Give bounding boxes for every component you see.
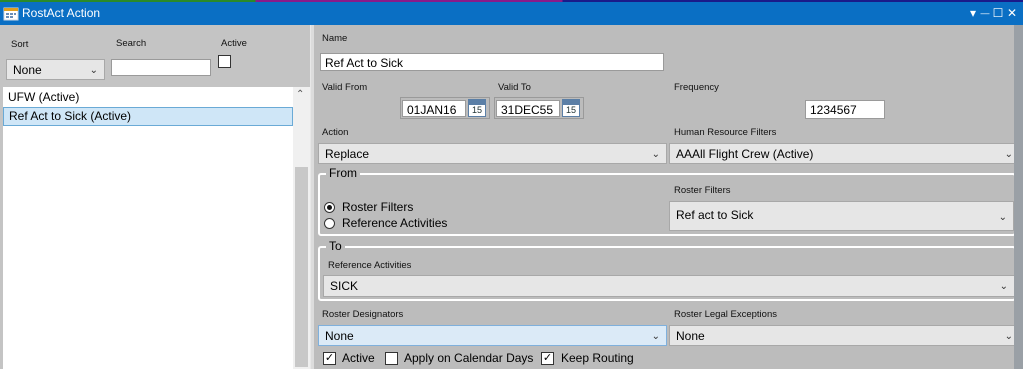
maximize-icon[interactable]: ☐ [991, 6, 1005, 20]
legal-exceptions-value: None [676, 329, 705, 343]
keep-routing-checkbox-label[interactable]: Keep Routing [561, 351, 634, 366]
roster-filters-radio-label[interactable]: Roster Filters [342, 200, 413, 215]
scroll-up-icon[interactable]: ⌃ [296, 89, 304, 100]
action-list: UFW (Active) Ref Act to Sick (Active) [3, 87, 293, 369]
to-reference-activities-select[interactable]: SICK ⌄ [323, 275, 1015, 297]
valid-from-datepicker: 01JAN16 15 [400, 97, 490, 119]
roster-designators-select[interactable]: None ⌄ [318, 325, 667, 346]
legal-exceptions-select[interactable]: None ⌄ [669, 325, 1020, 346]
sort-label: Sort [11, 39, 29, 50]
title-bar: RostAct Action ▾ — ☐ ✕ [0, 2, 1023, 25]
hr-filters-select[interactable]: AAAll Flight Crew (Active) ⌄ [669, 143, 1020, 164]
scrollbar-thumb[interactable] [295, 167, 308, 367]
to-reference-activities-value: SICK [330, 279, 359, 293]
sort-select[interactable]: None ⌄ [6, 59, 105, 80]
active-filter-label: Active [221, 38, 247, 49]
roster-filters-label: Roster Filters [674, 185, 731, 196]
keep-routing-checkbox[interactable]: ✓ [541, 352, 554, 365]
window-title: RostAct Action [22, 6, 101, 20]
name-label: Name [322, 33, 348, 44]
roster-designators-label: Roster Designators [322, 309, 404, 320]
to-group-title: To [326, 239, 345, 253]
frequency-label: Frequency [674, 82, 719, 93]
to-reference-activities-label: Reference Activities [328, 260, 412, 271]
name-input[interactable]: Ref Act to Sick [320, 53, 664, 71]
reference-activities-radio-label[interactable]: Reference Activities [342, 216, 447, 231]
calendar-icon[interactable]: 15 [562, 99, 580, 117]
chevron-down-icon: ⌄ [651, 331, 660, 342]
search-input[interactable] [111, 59, 211, 76]
chevron-down-icon: ⌄ [1004, 331, 1013, 342]
active-checkbox[interactable]: ✓ [323, 352, 336, 365]
calendar-icon[interactable]: 15 [468, 99, 486, 117]
active-checkbox-label[interactable]: Active [342, 351, 375, 366]
sort-select-value: None [13, 63, 42, 77]
roster-filters-select-value: Ref act to Sick [676, 208, 754, 222]
active-filter-checkbox[interactable] [218, 55, 231, 68]
chevron-down-icon: ⌄ [999, 281, 1008, 292]
legal-exceptions-label: Roster Legal Exceptions [674, 309, 777, 320]
valid-to-input[interactable]: 31DEC55 [496, 100, 560, 117]
valid-from-input[interactable]: 01JAN16 [402, 100, 466, 117]
action-label: Action [322, 127, 349, 138]
close-icon[interactable]: ✕ [1005, 6, 1019, 20]
calendar-days-checkbox[interactable] [385, 352, 398, 365]
valid-to-label: Valid To [498, 82, 531, 93]
roster-filters-radio[interactable] [324, 202, 335, 213]
valid-to-datepicker: 31DEC55 15 [494, 97, 584, 119]
hr-filters-label: Human Resource Filters [674, 127, 777, 138]
chevron-down-icon: ⌄ [1004, 149, 1013, 160]
list-item[interactable]: UFW (Active) [3, 89, 293, 108]
search-label: Search [116, 38, 147, 49]
frequency-input[interactable]: 1234567 [805, 100, 885, 119]
reference-activities-radio[interactable] [324, 218, 335, 229]
form-scrollbar[interactable] [1014, 25, 1023, 369]
from-group-title: From [326, 166, 360, 180]
roster-filters-select[interactable]: Ref act to Sick ⌄ [669, 201, 1014, 231]
valid-from-label: Valid From [322, 82, 368, 93]
chevron-down-icon: ⌄ [89, 65, 98, 76]
action-select-value: Replace [325, 147, 370, 161]
list-scrollbar[interactable]: ⌃ [293, 87, 310, 369]
calendar-days-checkbox-label[interactable]: Apply on Calendar Days [404, 351, 533, 366]
minimize-icon[interactable]: — [978, 6, 992, 20]
app-calendar-icon [3, 7, 19, 21]
roster-designators-value: None [325, 329, 354, 343]
action-select[interactable]: Replace ⌄ [318, 143, 667, 164]
chevron-down-icon: ⌄ [651, 149, 660, 160]
hr-filters-select-value: AAAll Flight Crew (Active) [676, 147, 814, 161]
chevron-down-icon: ⌄ [998, 212, 1007, 223]
list-item-selected[interactable]: Ref Act to Sick (Active) [3, 107, 293, 126]
